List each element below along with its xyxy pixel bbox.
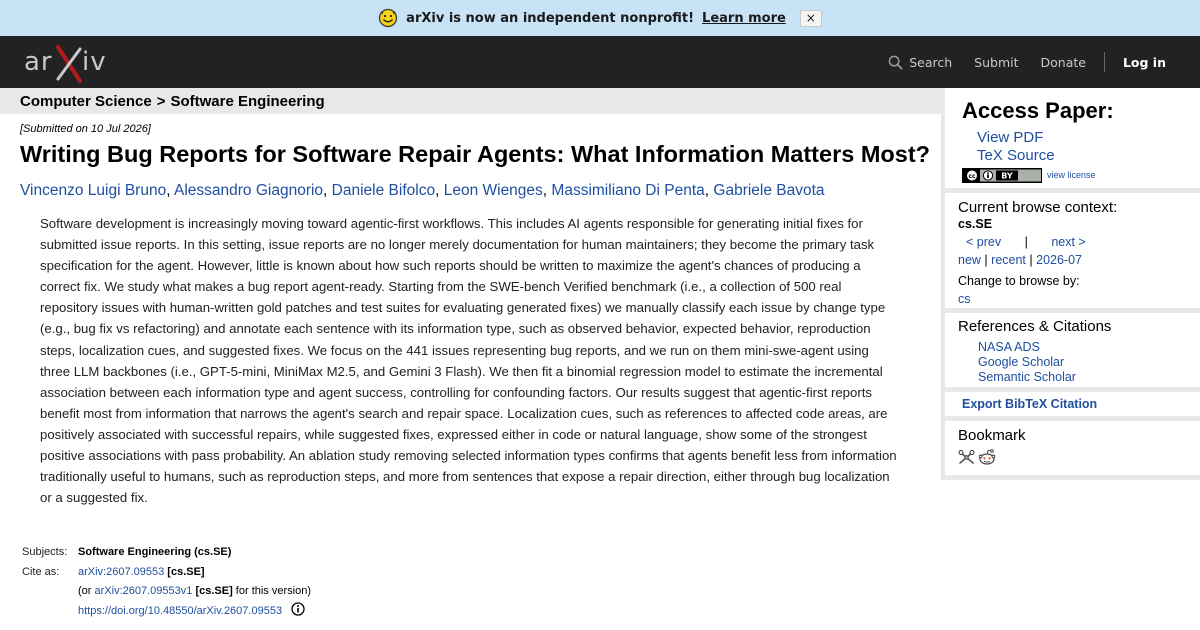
nasa-ads-link[interactable]: NASA ADS (978, 340, 1040, 354)
banner-message: arXiv is now an independent nonprofit! (406, 10, 695, 26)
arxiv-logo[interactable]: ar iv (24, 43, 114, 83)
cite-version-link[interactable]: arXiv:2607.09553v1 (95, 585, 193, 597)
login-link[interactable]: Log in (1123, 55, 1166, 70)
access-paper-heading: Access Paper: (962, 98, 1114, 123)
author-link[interactable]: Massimiliano Di Penta (551, 182, 704, 199)
month-link[interactable]: 2026-07 (1036, 253, 1082, 267)
main-content: Computer Science > Software Engineering … (0, 88, 941, 630)
nav-divider (1103, 52, 1105, 72)
browse-list-links: new | recent | 2026-07 (958, 253, 1082, 267)
paper-title: Writing Bug Reports for Software Repair … (20, 141, 930, 167)
by-badge-text: BY (1001, 172, 1013, 181)
cc-badge-text: cc (968, 173, 976, 180)
export-bibtex-link[interactable]: Export BibTeX Citation (962, 397, 1097, 411)
browse-context-heading: Current browse context: (958, 199, 1118, 216)
next-link[interactable]: next > (1051, 235, 1085, 249)
smiley-icon (379, 8, 398, 28)
breadcrumb-separator: > (156, 92, 166, 110)
sidebar: Access Paper: View PDF TeX Source cc BY … (941, 88, 1200, 480)
svg-text:iv: iv (82, 47, 107, 77)
reddit-icon[interactable] (978, 448, 996, 466)
pipe-separator: | (984, 253, 988, 267)
google-scholar-link[interactable]: Google Scholar (978, 355, 1064, 369)
learn-more-link[interactable]: Learn more (702, 11, 786, 26)
search-icon (888, 55, 903, 69)
author-list: Vincenzo Luigi Bruno, Alessandro Giagnor… (20, 182, 825, 200)
tex-source-link[interactable]: TeX Source (977, 147, 1055, 164)
site-header: ar iv Search Submit Donate Log in (0, 36, 1200, 88)
metadata-table: Subjects: Software Engineering (cs.SE) C… (22, 543, 311, 621)
bookmark-heading: Bookmark (958, 427, 1026, 444)
author-link[interactable]: Gabriele Bavota (713, 182, 824, 199)
search-label: Search (909, 54, 953, 70)
submit-link[interactable]: Submit (974, 55, 1018, 70)
view-license-link[interactable]: view license (1047, 170, 1096, 180)
svg-text:ar: ar (24, 47, 53, 77)
version-suffix: for this version) (235, 585, 311, 598)
recent-link[interactable]: recent (991, 253, 1026, 267)
bibtex-panel: Export BibTeX Citation (945, 392, 1200, 416)
cs-link[interactable]: cs (958, 292, 971, 306)
change-browse-label: Change to browse by: (958, 274, 1080, 288)
version-category: [cs.SE] (195, 585, 233, 598)
subjects-value: Software Engineering (cs.SE) (78, 546, 232, 558)
bookmark-panel: Bookmark (945, 421, 1200, 475)
author-link[interactable]: Daniele Bifolco (332, 182, 435, 199)
cite-category: [cs.SE] (167, 565, 205, 578)
author-link[interactable]: Alessandro Giagnorio (174, 182, 323, 199)
cite-id-link[interactable]: arXiv:2607.09553 (78, 566, 164, 578)
header-nav: Search Submit Donate Log in (866, 36, 1166, 88)
prev-next-nav: < prev | next > (958, 235, 1086, 249)
semantic-scholar-link[interactable]: Semantic Scholar (978, 370, 1076, 384)
subjects-label: Subjects: (22, 546, 68, 558)
cc-by-license-badge[interactable]: cc BY (962, 168, 1042, 183)
view-pdf-link[interactable]: View PDF (977, 129, 1043, 146)
bibsonomy-icon[interactable] (958, 449, 975, 466)
cite-label: Cite as: (22, 565, 60, 578)
access-paper-panel: Access Paper: View PDF TeX Source cc BY … (945, 88, 1200, 188)
doi-link[interactable]: https://doi.org/10.48550/arXiv.2607.0955… (78, 605, 282, 617)
new-link[interactable]: new (958, 253, 981, 267)
breadcrumb-subcategory[interactable]: Software Engineering (170, 93, 324, 110)
submission-date: [Submitted on 10 Jul 2026] (20, 123, 151, 135)
browse-context-panel: Current browse context: cs.SE < prev | n… (945, 193, 1200, 308)
breadcrumb-category[interactable]: Computer Science (20, 93, 152, 110)
announcement-banner: arXiv is now an independent nonprofit! L… (0, 0, 1200, 36)
browse-context-code: cs.SE (958, 217, 993, 231)
author-link[interactable]: Vincenzo Luigi Bruno (20, 182, 166, 199)
pipe-separator: | (1029, 253, 1033, 267)
prev-link[interactable]: < prev (966, 235, 1001, 249)
banner-close-button[interactable]: × (799, 9, 822, 27)
abstract: Software development is increasingly mov… (40, 216, 897, 506)
author-link[interactable]: Leon Wienges (444, 182, 543, 199)
donate-link[interactable]: Donate (1041, 55, 1086, 70)
or-text: (or (78, 585, 92, 598)
references-heading: References & Citations (958, 318, 1112, 335)
search-button[interactable]: Search (888, 55, 952, 70)
info-icon[interactable] (291, 602, 305, 616)
prev-next-separator: | (1024, 235, 1028, 249)
references-panel: References & Citations NASA ADS Google S… (945, 313, 1200, 387)
breadcrumb: Computer Science > Software Engineering (0, 88, 941, 114)
